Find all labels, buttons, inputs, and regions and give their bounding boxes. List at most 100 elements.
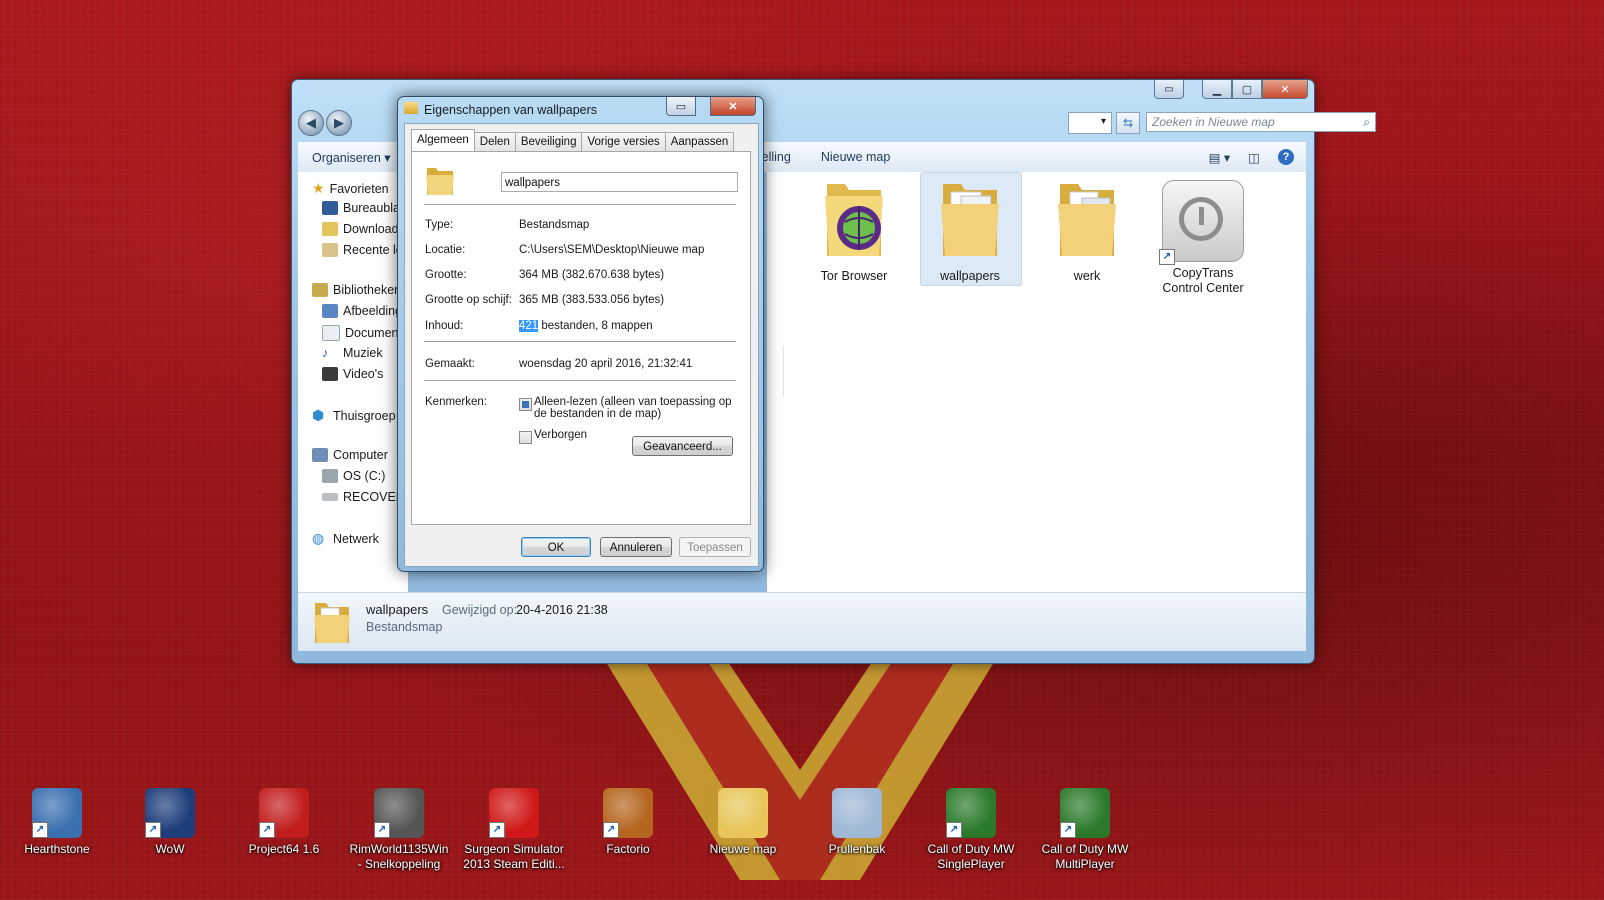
file-list: Tor Browser wallpapers werk ↗ CopyTrans …	[767, 172, 1306, 592]
details-pane: wallpapers Gewijzigd op: 20-4-2016 21:38…	[298, 592, 1306, 651]
project64-icon: ↗	[259, 788, 309, 838]
ok-button[interactable]: OK	[521, 537, 591, 557]
change-view-icon[interactable]: ▤ ▾	[1209, 150, 1231, 165]
tab-customize[interactable]: Aanpassen	[664, 132, 735, 151]
nav-favorites[interactable]: ★ Favorieten	[312, 180, 389, 197]
nav-network[interactable]: ◍ Netwerk	[312, 530, 379, 547]
nav-videos[interactable]: Video's	[322, 367, 383, 381]
nav-music[interactable]: ♪ Muziek	[322, 346, 383, 360]
tab-security[interactable]: Beveiliging	[514, 132, 583, 151]
refresh-button[interactable]: ⇆	[1116, 112, 1140, 134]
tab-previous-versions[interactable]: Vorige versies	[581, 132, 666, 151]
readonly-checkbox[interactable]	[519, 398, 532, 411]
desktop-shortcut[interactable]: ↗ Call of Duty MW MultiPlayer	[1032, 788, 1138, 872]
contents-rest-text: bestanden, 8 mappen	[538, 320, 653, 332]
help-icon[interactable]: ?	[1277, 149, 1294, 165]
nav-homegroup[interactable]: ⬢ Thuisgroep	[312, 407, 396, 424]
nav-computer-label: Computer	[333, 448, 388, 462]
nav-homegroup-label: Thuisgroep	[333, 408, 396, 423]
desktop-shortcut[interactable]: ↗ Factorio	[575, 788, 681, 857]
network-icon: ◍	[312, 530, 325, 546]
shortcut-arrow-icon: ↗	[1159, 249, 1175, 265]
snap-icon[interactable]: ▭	[1154, 80, 1184, 99]
cancel-button[interactable]: Annuleren	[600, 537, 672, 557]
desktop-shortcut[interactable]: ↗ Call of Duty MW SinglePlayer	[918, 788, 1024, 872]
address-dropdown[interactable]: ▾	[1068, 112, 1112, 134]
call-of-duty-icon: ↗	[946, 788, 996, 838]
dialog-context-button[interactable]: ▭	[666, 97, 696, 116]
hidden-checkbox[interactable]	[519, 431, 532, 444]
nav-favorites-label: Favorieten	[329, 181, 389, 196]
desktop-shortcut[interactable]: Prullenbak	[804, 788, 910, 857]
recycle-bin-icon	[832, 788, 882, 838]
folder-icon	[941, 184, 999, 256]
location-value: C:\Users\SEM\Desktop\Nieuwe map	[519, 244, 705, 256]
desktop-shortcut-label: RimWorld1135Win - Snelkoppeling	[349, 842, 449, 871]
folder-item-selected[interactable]: wallpapers	[920, 172, 1022, 286]
desktop-shortcut[interactable]: ↗ WoW	[117, 788, 223, 857]
nav-documents[interactable]: Documenten	[322, 325, 408, 341]
preview-pane-icon[interactable]: ◫	[1248, 150, 1260, 165]
nav-desktop[interactable]: Bureaublad	[322, 201, 407, 215]
desktop-shortcut-label: Call of Duty MW MultiPlayer	[1041, 842, 1129, 871]
desktop-shortcut-label: Nieuwe map	[709, 842, 777, 856]
apply-button[interactable]: Toepassen	[679, 537, 751, 557]
view-controls: ▤ ▾ ◫ ?	[1209, 149, 1294, 165]
minimize-button[interactable]: ▁	[1202, 80, 1232, 99]
details-name: wallpapers	[366, 602, 429, 617]
type-label: Type:	[425, 219, 454, 231]
separator	[424, 204, 736, 205]
back-button[interactable]: ◀	[298, 110, 324, 136]
homegroup-icon: ⬢	[312, 407, 325, 423]
nav-libraries[interactable]: Bibliotheken	[312, 283, 401, 297]
created-label: Gemaakt:	[425, 358, 475, 370]
tab-strip: Algemeen Delen Beveiliging Vorige versie…	[411, 129, 735, 151]
desktop-shortcut[interactable]: ↗ Hearthstone	[4, 788, 110, 857]
advanced-button[interactable]: Geavanceerd...	[632, 436, 733, 456]
shortcut-item[interactable]: ↗ CopyTrans Control Center	[1153, 172, 1253, 296]
folder-item[interactable]: Tor Browser	[804, 172, 904, 283]
nav-pictures[interactable]: Afbeeldingen	[322, 304, 408, 318]
forward-button[interactable]: ▶	[326, 110, 352, 136]
nav-downloads[interactable]: Downloads	[322, 222, 405, 236]
desktop-shortcut[interactable]: ↗ Project64 1.6	[231, 788, 337, 857]
folder-item[interactable]: werk	[1037, 172, 1137, 283]
nav-music-label: Muziek	[343, 346, 383, 360]
general-tab-panel: wallpapers Type: Bestandsmap Locatie: C:…	[411, 151, 751, 525]
contents-value: 421 bestanden, 8 mappen	[519, 320, 653, 332]
contents-selected-text[interactable]: 421	[519, 320, 539, 332]
disk-size-label: Grootte op schijf:	[425, 294, 512, 306]
scroll-edge	[767, 346, 784, 396]
factorio-icon: ↗	[603, 788, 653, 838]
attributes-label: Kenmerken:	[425, 396, 488, 408]
organize-button[interactable]: Organiseren ▾	[312, 150, 391, 165]
separator	[424, 341, 736, 342]
folder-name-input[interactable]: wallpapers	[501, 172, 738, 192]
desktop-shortcut-label: Prullenbak	[828, 842, 886, 856]
desktop-shortcut[interactable]: ↗ RimWorld1135Win - Snelkoppeling	[346, 788, 452, 872]
folder-item-label: wallpapers	[940, 269, 1000, 283]
dialog-close-button[interactable]: ✕	[710, 97, 756, 116]
nav-recent[interactable]: Recente locaties	[322, 243, 408, 257]
separator	[424, 380, 736, 381]
nav-recovery[interactable]: RECOVERY	[322, 490, 408, 504]
maximize-button[interactable]: ▢	[1232, 80, 1262, 99]
call-of-duty-icon: ↗	[1060, 788, 1110, 838]
nav-computer[interactable]: Computer	[312, 448, 388, 462]
tab-sharing[interactable]: Delen	[473, 132, 516, 151]
details-modified-value: 20-4-2016 21:38	[516, 603, 608, 617]
shortcut-arrow-icon: ↗	[32, 822, 48, 838]
nav-os-drive[interactable]: OS (C:)	[322, 469, 385, 483]
size-value: 364 MB (382.670.638 bytes)	[519, 269, 665, 281]
close-button[interactable]: ✕	[1262, 80, 1308, 99]
computer-icon	[312, 448, 328, 462]
disk-size-value: 365 MB (383.533.056 bytes)	[519, 294, 665, 306]
tab-general[interactable]: Algemeen	[411, 129, 475, 151]
search-input[interactable]: Zoeken in Nieuwe map ⌕	[1146, 112, 1376, 132]
desktop-shortcut[interactable]: ↗ Surgeon Simulator 2013 Steam Editi...	[461, 788, 567, 872]
shortcut-arrow-icon: ↗	[145, 822, 161, 838]
desktop-shortcut[interactable]: Nieuwe map	[690, 788, 796, 857]
new-folder-button[interactable]: Nieuwe map	[821, 150, 890, 164]
created-value: woensdag 20 april 2016, 21:32:41	[519, 358, 693, 370]
desktop-shortcut-label: Call of Duty MW SinglePlayer	[927, 842, 1015, 871]
